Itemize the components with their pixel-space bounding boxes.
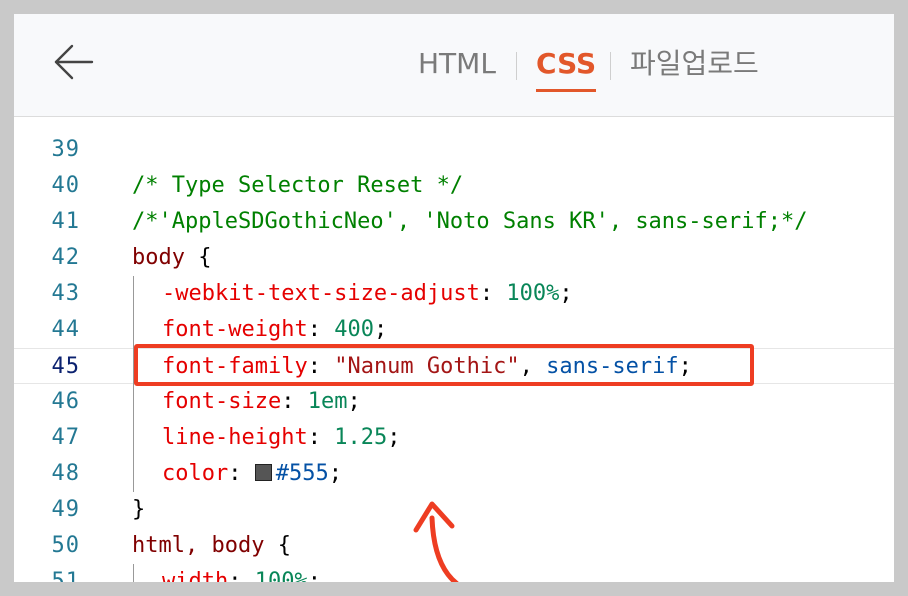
css-property: -webkit-text-size-adjust [162,281,480,306]
css-property: color [162,461,229,486]
arrow-left-icon [54,44,94,80]
css-selector: body [132,245,185,270]
css-value: 1.25 [334,425,388,450]
editor-window: HTML CSS 파일업로드 39 40 /* Type Selector Re… [14,14,894,582]
close-brace: } [132,497,146,522]
line-number: 40 [51,173,80,198]
line-number: 46 [51,389,80,414]
line-number: 48 [51,461,80,486]
line-number: 43 [51,281,80,306]
code-line: 44 font-weight: 400; [14,312,894,348]
line-number: 50 [51,533,80,558]
line-text: width: 100%; [162,564,321,582]
tab-file-upload[interactable]: 파일업로드 [630,44,759,94]
css-color-value: #555 [275,461,329,486]
indent-guide [133,276,134,492]
line-number: 47 [51,425,80,450]
css-keyword-value: sans-serif [546,354,679,379]
css-selector: html, body [132,533,265,558]
line-text: font-family: "Nanum Gothic", sans-serif; [162,354,692,379]
css-string-value: "Nanum Gothic" [334,354,520,379]
css-value: 100% [506,281,560,306]
code-line: 48 color: #555; [14,456,894,492]
line-text: body { [132,240,211,276]
line-number: 45 [51,354,80,379]
line-number: 51 [51,569,80,582]
code-line-current: 45 font-family: "Nanum Gothic", sans-ser… [14,348,894,384]
line-number: 49 [51,497,80,522]
code-line: 47 line-height: 1.25; [14,420,894,456]
code-line: 46 font-size: 1em; [14,384,894,420]
back-button[interactable] [52,40,96,84]
annotation-arrow-icon [413,501,459,582]
color-swatch-icon[interactable] [254,464,272,481]
css-property: font-size [162,389,282,414]
line-text: line-height: 1.25; [162,425,401,450]
line-text: font-weight: 400; [162,317,388,342]
line-number: 39 [51,137,80,162]
line-text: font-size: 1em; [162,389,361,414]
comment-text: /*'AppleSDGothicNeo', 'Noto Sans KR', sa… [132,209,808,234]
line-text: -webkit-text-size-adjust: 100%; [162,281,573,306]
code-editor[interactable]: 39 40 /* Type Selector Reset */ 41 /*'Ap… [14,110,894,582]
code-line: 40 /* Type Selector Reset */ [14,168,894,204]
line-number: 41 [51,209,80,234]
css-value: 400 [334,317,374,342]
code-line: 39 [14,132,894,168]
tab-separator [516,52,517,80]
tab-html[interactable]: HTML [418,44,496,94]
line-text: color: #555; [162,461,342,486]
css-value: 100% [254,569,308,582]
indent-guide [133,564,134,582]
line-number: 44 [51,317,80,342]
css-property: width [162,569,229,582]
editor-header: HTML CSS 파일업로드 [14,14,894,117]
css-property: font-family [162,354,308,379]
css-property: font-weight [162,317,308,342]
code-line: 43 -webkit-text-size-adjust: 100%; [14,276,894,312]
code-line: 41 /*'AppleSDGothicNeo', 'Noto Sans KR',… [14,204,894,240]
tab-separator [610,52,611,80]
code-line: 42 body { [14,240,894,276]
line-number: 42 [51,245,80,270]
open-brace: { [184,245,212,270]
line-text: html, body { [132,528,291,564]
open-brace: { [264,533,291,558]
comment-text: /* Type Selector Reset */ [132,173,464,198]
tab-css[interactable]: CSS [536,44,597,94]
css-property: line-height [162,425,308,450]
css-value: 1em [307,389,348,414]
